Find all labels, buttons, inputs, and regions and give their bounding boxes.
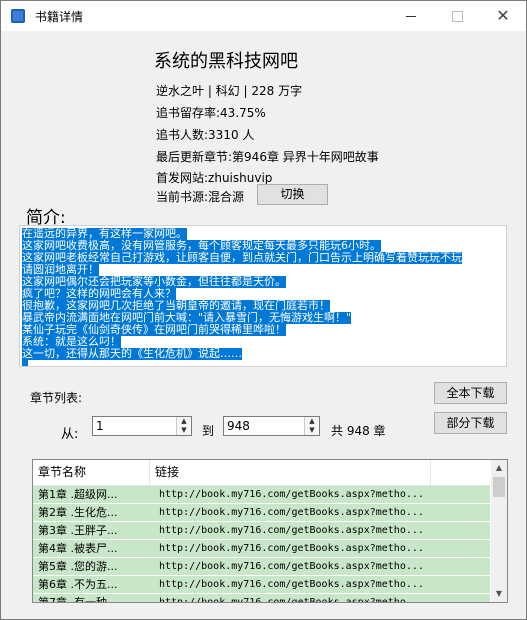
chapter-link: http://book.my716.com/getBooks.aspx?meth…	[159, 489, 424, 500]
minimize-button[interactable]	[388, 1, 434, 31]
scrollbar-thumb[interactable]	[493, 477, 505, 497]
chapter-link: http://book.my716.com/getBooks.aspx?meth…	[159, 543, 424, 554]
follower-count: 追书人数:3310 人	[156, 128, 255, 142]
chapter-name: 第6章 .不为五...	[38, 578, 118, 591]
chapter-list-label: 章节列表:	[30, 391, 83, 405]
list-scrollbar[interactable]: ▲ ▼	[491, 460, 507, 602]
switch-source-button[interactable]: 切换	[257, 184, 328, 205]
first-site: 首发网站:zhuishuvip	[156, 171, 273, 185]
minimize-icon	[406, 16, 416, 17]
intro-textbox[interactable]: 在遥远的异界，有这样一家网吧。 这家网吧收费极高，没有网管服务，每个顾客规定每天…	[19, 225, 507, 367]
chapter-link: http://book.my716.com/getBooks.aspx?meth…	[159, 507, 424, 518]
intro-line	[22, 360, 28, 366]
retention-rate: 追书留存率:43.75%	[156, 106, 266, 120]
to-chapter-value: 948	[227, 419, 250, 433]
stepper-down-icon[interactable]: ▼	[177, 426, 191, 435]
table-row[interactable]: 第2章 .生化危... http://book.my716.com/getBoo…	[33, 504, 490, 522]
title-bar[interactable]: 书籍详情 ✕	[1, 1, 526, 31]
to-label: 到	[202, 424, 215, 438]
list-header: 章节名称 链接	[33, 460, 491, 486]
column-header-link[interactable]: 链接	[150, 460, 431, 485]
chapter-name: 第7章 .有一种...	[38, 596, 118, 603]
to-chapter-stepper[interactable]: 948 ▲ ▼	[223, 416, 320, 436]
table-row[interactable]: 第6章 .不为五... http://book.my716.com/getBoo…	[33, 576, 490, 594]
chapter-name: 第2章 .生化危...	[38, 506, 118, 519]
table-row[interactable]: 第7章 .有一种... http://book.my716.com/getBoo…	[33, 594, 490, 603]
from-chapter-stepper[interactable]: 1 ▲ ▼	[92, 416, 192, 436]
column-header-name[interactable]: 章节名称	[33, 460, 150, 485]
chapter-list[interactable]: 章节名称 链接 第1章 .超级网... http://book.my716.co…	[32, 459, 508, 603]
latest-chapter: 最后更新章节:第946章 异界十年网吧故事	[156, 150, 379, 164]
from-chapter-value: 1	[96, 419, 104, 433]
table-row[interactable]: 第5章 .您的游... http://book.my716.com/getBoo…	[33, 558, 490, 576]
stepper-down-icon[interactable]: ▼	[305, 426, 319, 435]
to-stepper-buttons: ▲ ▼	[304, 417, 319, 435]
chapter-name: 第1章 .超级网...	[38, 488, 118, 501]
close-button[interactable]: ✕	[480, 1, 526, 31]
table-row[interactable]: 第3章 .王胖子... http://book.my716.com/getBoo…	[33, 522, 490, 540]
scroll-down-icon[interactable]: ▼	[491, 586, 507, 602]
maximize-icon	[451, 11, 463, 22]
intro-line: 这一切，还得从那天的《生化危机》说起……	[22, 347, 242, 360]
book-detail-window: 书籍详情 ✕ 系统的黑科技网吧 逆水之叶 | 科幻 | 228 万字 追书留存率…	[0, 0, 527, 620]
book-meta: 逆水之叶 | 科幻 | 228 万字	[156, 84, 303, 98]
app-icon	[11, 9, 25, 23]
chapter-total: 共 948 章	[331, 424, 386, 438]
scroll-up-icon[interactable]: ▲	[491, 460, 507, 476]
table-row[interactable]: 第4章 .被表尸... http://book.my716.com/getBoo…	[33, 540, 490, 558]
chapter-name: 第4章 .被表尸...	[38, 542, 118, 555]
table-row[interactable]: 第1章 .超级网... http://book.my716.com/getBoo…	[33, 486, 490, 504]
download-part-button[interactable]: 部分下载	[434, 412, 507, 434]
download-all-button[interactable]: 全本下载	[434, 382, 507, 404]
maximize-button	[434, 1, 480, 31]
book-title: 系统的黑科技网吧	[154, 51, 298, 72]
from-stepper-buttons: ▲ ▼	[176, 417, 191, 435]
from-label: 从:	[61, 427, 79, 442]
chapter-link: http://book.my716.com/getBooks.aspx?meth…	[159, 525, 424, 536]
chapter-link: http://book.my716.com/getBooks.aspx?meth…	[159, 579, 424, 590]
chapter-link: http://book.my716.com/getBooks.aspx?meth…	[159, 561, 424, 572]
chapter-link: http://book.my716.com/getBooks.aspx?meth…	[159, 597, 424, 603]
window-title: 书籍详情	[35, 10, 84, 24]
chapter-name: 第3章 .王胖子...	[38, 524, 118, 537]
current-source: 当前书源:混合源	[156, 190, 245, 204]
close-icon: ✕	[496, 6, 510, 25]
chapter-name: 第5章 .您的游...	[38, 560, 118, 573]
